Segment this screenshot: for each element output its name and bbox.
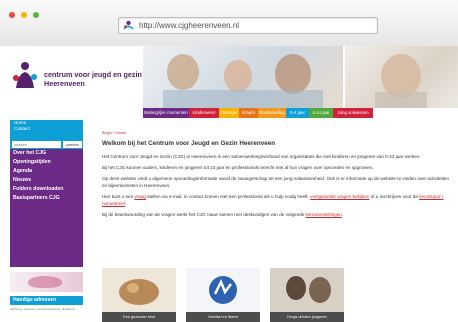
sidebar-banner[interactable] <box>10 272 83 292</box>
address-bar[interactable]: http://www.cjgheerenveen.nl <box>118 17 378 34</box>
site-favicon-icon <box>123 20 134 30</box>
sidebar: Home Contact zoeken Over het CJG Opening… <box>0 118 97 322</box>
thumbnail-card[interactable]: Een gezonder kind <box>102 268 176 322</box>
feature-thumbnails: Een gezonder kind Voedsel en Warm Drugs … <box>102 268 344 322</box>
thumbnail-caption: Drugs drinken jongeren <box>270 312 344 322</box>
page-title: Welkom bij het Centrum voor Jeugd en Gez… <box>102 140 276 147</box>
tab-kinderwens[interactable]: Kinderwens <box>189 108 219 118</box>
sidebar-footer-links[interactable]: Stichting | sitemap | privacyverklaring … <box>10 307 83 311</box>
thumbnail-card[interactable]: Voedsel en Warm <box>186 268 260 322</box>
browser-window: http://www.cjgheerenveen.nl centrum voor… <box>0 0 458 322</box>
thumbnail-food-image <box>102 268 176 312</box>
intro-paragraph-1: Het Centrum voor Jeugd en Gezin (CJG) in… <box>102 154 421 159</box>
search-button[interactable]: zoeken <box>63 141 82 148</box>
minimize-window-dot[interactable] <box>21 12 27 18</box>
intro-paragraph-4: Hier kunt u een vraag stellen via e-mail… <box>102 193 450 207</box>
sidebar-item-folders-downloaden[interactable]: Folders downloaden <box>10 185 83 194</box>
handige-adressen-link[interactable]: Handige adressen <box>10 296 83 305</box>
cjg-logo-icon[interactable] <box>10 60 40 90</box>
tab-4-14-jaar[interactable]: 4-14 jaar <box>309 108 333 118</box>
sidebar-menu: Over het CJG Openingstijden Agenda Nieuw… <box>10 149 83 267</box>
family-photo-image <box>163 54 323 108</box>
close-window-dot[interactable] <box>9 12 15 18</box>
p5-text-b: . <box>341 212 344 217</box>
page-viewport: centrum voor jeugd en gezin Heerenveen B… <box>0 46 458 322</box>
logo-line-1: centrum voor jeugd en gezin <box>44 70 142 79</box>
banner-graphic <box>28 276 62 288</box>
logo-line-2: Heerenveen <box>44 79 85 88</box>
header-photo-family <box>143 46 343 108</box>
vraag-link[interactable]: vraag <box>134 194 146 199</box>
child-photo-image <box>375 54 427 108</box>
p5-text-a: Bij de beantwoording van de vragen werkt… <box>102 212 305 217</box>
logo-text[interactable]: centrum voor jeugd en gezin Heerenveen <box>44 70 149 88</box>
tab-0-4-jaar[interactable]: 0-4 jaar <box>286 108 309 118</box>
veelgestelde-vragen-link[interactable]: veelgestelde vragen bekijken <box>310 194 369 199</box>
contact-link[interactable]: Contact <box>10 126 83 132</box>
search-form: zoeken <box>10 140 83 149</box>
kennisinstellingen-link[interactable]: kennisinstellingen <box>306 212 342 217</box>
thumbnail-logo-image <box>186 268 260 312</box>
tab-jong-volwassen[interactable]: Jong volwassen <box>333 108 373 118</box>
sidebar-item-basispartners[interactable]: Basispartners CJG <box>10 194 83 203</box>
intro-paragraph-2: Bij het CJG kunnen ouders, kinderen en j… <box>102 165 374 170</box>
search-input[interactable] <box>12 141 61 148</box>
tab-belangrijke-momenten[interactable]: Belangrijke momenten <box>143 108 189 118</box>
tab-kraam[interactable]: Kraam <box>239 108 258 118</box>
tab-borstvoeding[interactable]: Borstvoeding <box>258 108 286 118</box>
sidebar-item-agenda[interactable]: Agenda <box>10 167 83 176</box>
url-text[interactable]: http://www.cjgheerenveen.nl <box>139 19 239 32</box>
breadcrumb[interactable]: Begin > Home <box>102 130 450 136</box>
sidebar-top-links: Home Contact <box>10 120 83 140</box>
p4-text-b: stellen via e-mail, in contact komen met… <box>147 194 309 199</box>
sidebar-item-openingstijden[interactable]: Openingstijden <box>10 158 83 167</box>
intro-paragraph-3: Op deze website vindt u algemene opvoedi… <box>102 176 450 188</box>
life-stage-tabs: Belangrijke momenten Kinderwens Zwanger Kra… <box>143 108 373 118</box>
thumbnail-caption: Een gezonder kind <box>102 312 176 322</box>
window-controls <box>9 12 39 18</box>
intro-paragraph-5: Bij de beantwoording van de vragen werkt… <box>102 211 450 218</box>
thumbnail-youth-image <box>270 268 344 312</box>
header-photo-child <box>345 46 458 108</box>
p4-text-a: Hier kunt u een <box>102 194 134 199</box>
zoom-window-dot[interactable] <box>33 12 39 18</box>
thumbnail-caption: Voedsel en Warm <box>186 312 260 322</box>
sidebar-item-over-het-cjg[interactable]: Over het CJG <box>10 149 83 158</box>
site-header: centrum voor jeugd en gezin Heerenveen B… <box>0 46 458 118</box>
main-content: Begin > Home Welkom bij het Centrum voor… <box>102 130 450 218</box>
p4-text-d: . <box>125 201 127 206</box>
sidebar-item-nieuws[interactable]: Nieuws <box>10 176 83 185</box>
thumbnail-card[interactable]: Drugs drinken jongeren <box>270 268 344 322</box>
tab-zwanger[interactable]: Zwanger <box>219 108 239 118</box>
p4-text-c: of u inschrijven voor de <box>370 194 418 199</box>
